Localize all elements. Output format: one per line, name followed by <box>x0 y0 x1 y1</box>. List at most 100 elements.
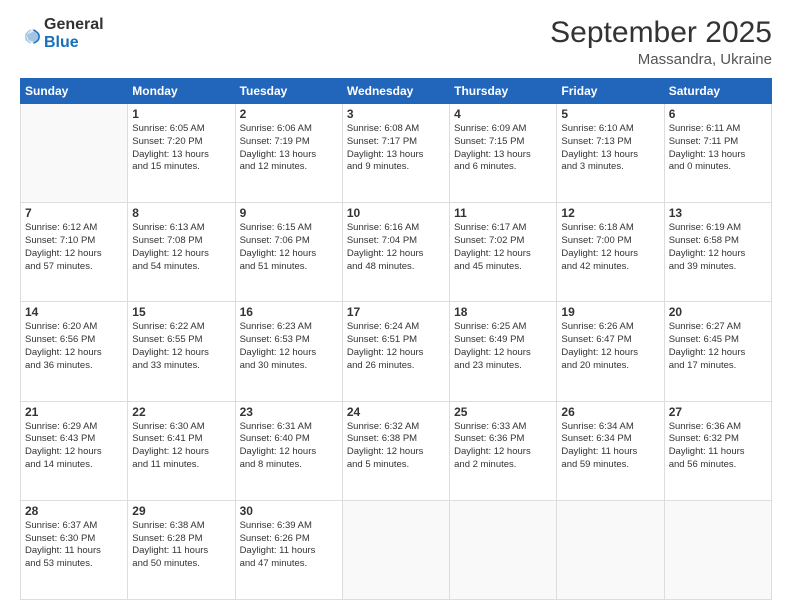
calendar-header-row: SundayMondayTuesdayWednesdayThursdayFrid… <box>21 79 772 104</box>
day-number: 10 <box>347 206 445 220</box>
day-number: 9 <box>240 206 338 220</box>
day-number: 26 <box>561 405 659 419</box>
day-number: 13 <box>669 206 767 220</box>
calendar-cell <box>557 500 664 599</box>
calendar-cell <box>664 500 771 599</box>
day-info: Sunrise: 6:37 AMSunset: 6:30 PMDaylight:… <box>25 520 123 571</box>
calendar-cell: 27 Sunrise: 6:36 AMSunset: 6:32 PMDayligh… <box>664 401 771 500</box>
calendar-cell: 11Sunrise: 6:17 AMSunset: 7:02 PMDayligh… <box>450 203 557 302</box>
calendar-header-friday: Friday <box>557 79 664 104</box>
calendar-header-wednesday: Wednesday <box>342 79 449 104</box>
calendar-week-3: 14 Sunrise: 6:20 AMSunset: 6:56 PMDayligh… <box>21 302 772 401</box>
day-number: 15 <box>132 305 230 319</box>
day-number: 19 <box>561 305 659 319</box>
day-info: Sunrise: 6:06 AMSunset: 7:19 PMDaylight:… <box>240 123 338 174</box>
logo: General Blue <box>20 16 104 51</box>
calendar-cell: 7 Sunrise: 6:12 AMSunset: 7:10 PMDaylight… <box>21 203 128 302</box>
calendar-cell: 9 Sunrise: 6:15 AMSunset: 7:06 PMDaylight… <box>235 203 342 302</box>
page-title: September 2025 <box>550 16 772 49</box>
calendar-cell: 24 Sunrise: 6:32 AMSunset: 6:38 PMDayligh… <box>342 401 449 500</box>
day-info: Sunrise: 6:23 AMSunset: 6:53 PMDaylight:… <box>240 321 338 372</box>
logo-general: General <box>44 16 104 34</box>
day-number: 17 <box>347 305 445 319</box>
calendar-cell: 21Sunrise: 6:29 AMSunset: 6:43 PMDayligh… <box>21 401 128 500</box>
page: General Blue September 2025 Massandra, U… <box>0 0 792 612</box>
day-number: 2 <box>240 107 338 121</box>
page-subtitle: Massandra, Ukraine <box>550 51 772 68</box>
header: General Blue September 2025 Massandra, U… <box>20 16 772 68</box>
day-info: Sunrise: 6:34 AMSunset: 6:34 PMDaylight:… <box>561 421 659 472</box>
day-number: 20 <box>669 305 767 319</box>
calendar-cell: 28 Sunrise: 6:37 AMSunset: 6:30 PMDayligh… <box>21 500 128 599</box>
calendar-cell: 18 Sunrise: 6:25 AMSunset: 6:49 PMDayligh… <box>450 302 557 401</box>
calendar-cell: 13 Sunrise: 6:19 AMSunset: 6:58 PMDayligh… <box>664 203 771 302</box>
day-number: 8 <box>132 206 230 220</box>
day-info: Sunrise: 6:12 AMSunset: 7:10 PMDaylight:… <box>25 222 123 273</box>
logo-icon <box>22 26 42 46</box>
calendar-cell: 19 Sunrise: 6:26 AMSunset: 6:47 PMDayligh… <box>557 302 664 401</box>
day-number: 5 <box>561 107 659 121</box>
day-number: 18 <box>454 305 552 319</box>
day-info: Sunrise: 6:09 AMSunset: 7:15 PMDaylight:… <box>454 123 552 174</box>
calendar-cell: 16 Sunrise: 6:23 AMSunset: 6:53 PMDayligh… <box>235 302 342 401</box>
day-number: 16 <box>240 305 338 319</box>
day-info: Sunrise: 6:13 AMSunset: 7:08 PMDaylight:… <box>132 222 230 273</box>
day-number: 27 <box>669 405 767 419</box>
day-number: 25 <box>454 405 552 419</box>
calendar-cell: 8 Sunrise: 6:13 AMSunset: 7:08 PMDaylight… <box>128 203 235 302</box>
calendar-cell: 1 Sunrise: 6:05 AMSunset: 7:20 PMDaylight… <box>128 104 235 203</box>
calendar-cell: 5Sunrise: 6:10 AMSunset: 7:13 PMDaylight… <box>557 104 664 203</box>
calendar-cell: 4 Sunrise: 6:09 AMSunset: 7:15 PMDaylight… <box>450 104 557 203</box>
calendar-header-tuesday: Tuesday <box>235 79 342 104</box>
day-info: Sunrise: 6:27 AMSunset: 6:45 PMDaylight:… <box>669 321 767 372</box>
calendar-week-5: 28 Sunrise: 6:37 AMSunset: 6:30 PMDayligh… <box>21 500 772 599</box>
calendar-cell: 29 Sunrise: 6:38 AMSunset: 6:28 PMDayligh… <box>128 500 235 599</box>
day-number: 23 <box>240 405 338 419</box>
day-number: 7 <box>25 206 123 220</box>
day-info: Sunrise: 6:36 AMSunset: 6:32 PMDaylight:… <box>669 421 767 472</box>
day-number: 11 <box>454 206 552 220</box>
day-number: 4 <box>454 107 552 121</box>
day-info: Sunrise: 6:26 AMSunset: 6:47 PMDaylight:… <box>561 321 659 372</box>
calendar-cell: 14 Sunrise: 6:20 AMSunset: 6:56 PMDayligh… <box>21 302 128 401</box>
title-block: September 2025 Massandra, Ukraine <box>550 16 772 68</box>
calendar-cell <box>342 500 449 599</box>
day-info: Sunrise: 6:31 AMSunset: 6:40 PMDaylight:… <box>240 421 338 472</box>
day-number: 14 <box>25 305 123 319</box>
calendar-cell: 15 Sunrise: 6:22 AMSunset: 6:55 PMDayligh… <box>128 302 235 401</box>
calendar-cell: 25Sunrise: 6:33 AMSunset: 6:36 PMDayligh… <box>450 401 557 500</box>
day-info: Sunrise: 6:32 AMSunset: 6:38 PMDaylight:… <box>347 421 445 472</box>
calendar-header-saturday: Saturday <box>664 79 771 104</box>
calendar-cell: 6Sunrise: 6:11 AMSunset: 7:11 PMDaylight… <box>664 104 771 203</box>
day-number: 21 <box>25 405 123 419</box>
calendar-cell <box>450 500 557 599</box>
day-info: Sunrise: 6:18 AMSunset: 7:00 PMDaylight:… <box>561 222 659 273</box>
day-number: 28 <box>25 504 123 518</box>
day-info: Sunrise: 6:08 AMSunset: 7:17 PMDaylight:… <box>347 123 445 174</box>
day-info: Sunrise: 6:25 AMSunset: 6:49 PMDaylight:… <box>454 321 552 372</box>
day-number: 24 <box>347 405 445 419</box>
day-info: Sunrise: 6:19 AMSunset: 6:58 PMDaylight:… <box>669 222 767 273</box>
day-number: 29 <box>132 504 230 518</box>
calendar-cell: 20 Sunrise: 6:27 AMSunset: 6:45 PMDayligh… <box>664 302 771 401</box>
calendar-cell: 17Sunrise: 6:24 AMSunset: 6:51 PMDayligh… <box>342 302 449 401</box>
day-info: Sunrise: 6:39 AMSunset: 6:26 PMDaylight:… <box>240 520 338 571</box>
day-info: Sunrise: 6:38 AMSunset: 6:28 PMDaylight:… <box>132 520 230 571</box>
day-number: 12 <box>561 206 659 220</box>
day-number: 22 <box>132 405 230 419</box>
calendar-cell: 26 Sunrise: 6:34 AMSunset: 6:34 PMDayligh… <box>557 401 664 500</box>
calendar-cell: 30Sunrise: 6:39 AMSunset: 6:26 PMDayligh… <box>235 500 342 599</box>
day-number: 1 <box>132 107 230 121</box>
calendar-header-monday: Monday <box>128 79 235 104</box>
calendar-week-4: 21Sunrise: 6:29 AMSunset: 6:43 PMDayligh… <box>21 401 772 500</box>
day-info: Sunrise: 6:11 AMSunset: 7:11 PMDaylight:… <box>669 123 767 174</box>
day-info: Sunrise: 6:20 AMSunset: 6:56 PMDaylight:… <box>25 321 123 372</box>
day-info: Sunrise: 6:30 AMSunset: 6:41 PMDaylight:… <box>132 421 230 472</box>
day-info: Sunrise: 6:05 AMSunset: 7:20 PMDaylight:… <box>132 123 230 174</box>
day-info: Sunrise: 6:22 AMSunset: 6:55 PMDaylight:… <box>132 321 230 372</box>
calendar-cell: 2 Sunrise: 6:06 AMSunset: 7:19 PMDaylight… <box>235 104 342 203</box>
calendar-cell: 23 Sunrise: 6:31 AMSunset: 6:40 PMDayligh… <box>235 401 342 500</box>
day-info: Sunrise: 6:15 AMSunset: 7:06 PMDaylight:… <box>240 222 338 273</box>
day-number: 3 <box>347 107 445 121</box>
calendar-cell: 3 Sunrise: 6:08 AMSunset: 7:17 PMDaylight… <box>342 104 449 203</box>
